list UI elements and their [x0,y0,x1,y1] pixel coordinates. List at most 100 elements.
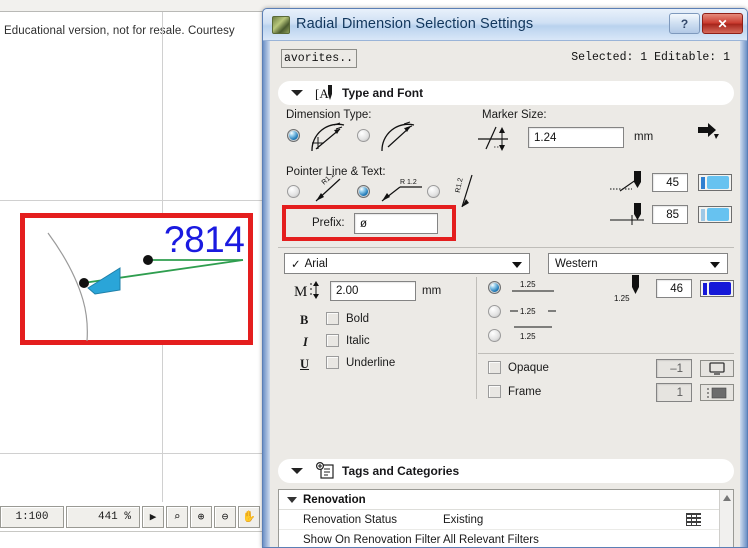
italic-glyph: I [303,335,308,349]
marker-size-input[interactable]: 1.24 [528,127,624,148]
dialog-title-bar[interactable]: Radial Dimension Selection Settings ? ✕ [263,9,747,41]
chevron-down-icon[interactable] [287,496,297,503]
close-button[interactable]: ✕ [702,13,743,34]
pointer-inside-option[interactable] [287,185,300,198]
pen-color-bar [701,208,705,221]
zoom-percent-indicator[interactable]: 441 % [66,506,140,528]
marker-pen-icon [610,203,644,225]
marker-size-label: Marker Size: [482,109,547,121]
text-inline-option[interactable] [488,305,501,318]
pointer-outside-option[interactable] [357,185,370,198]
pen-color-bar [703,282,707,295]
radial-plain-arc-option[interactable] [357,129,370,142]
zoom-out-icon[interactable]: ⊖ [214,506,236,528]
text-and-pen-icon: [A [315,85,332,101]
frame-checkbox[interactable] [488,385,501,398]
pointer-outside-icon[interactable]: R 1.2 [378,175,424,205]
marker-size-unit: mm [634,131,654,143]
opaque-checkbox[interactable] [488,361,501,374]
dialog-body: avorites.. Selected: 1 Editable: 1 [A Ty… [270,41,740,547]
table-row[interactable]: Renovation Status Existing [279,510,733,530]
prefix-label: Prefix: [312,217,345,229]
dimension-line-pen-input[interactable]: 45 [652,173,688,192]
text-above-line-option[interactable] [488,281,501,294]
svg-text:1.25: 1.25 [520,307,536,316]
font-size-input[interactable]: 2.00 [330,281,416,301]
zoom-marquee-icon[interactable]: ⌕ [166,506,188,528]
font-check-icon: ✓ [291,258,301,271]
svg-text:1.25: 1.25 [520,332,536,341]
italic-label: Italic [346,335,370,347]
zoom-in-icon[interactable]: ⊕ [190,506,212,528]
bold-label: Bold [346,313,370,325]
chevron-down-icon[interactable] [512,262,522,268]
section-header-tags-and-categories[interactable]: Tags and Categories [278,459,734,483]
pan-hand-icon[interactable]: ✋ [238,506,260,528]
text-pen-color[interactable] [700,280,734,297]
font-family-select[interactable]: ✓ Arial [284,253,530,274]
pointer-vertical-icon[interactable]: R1.2 [454,169,478,211]
expand-arrow-icon[interactable] [696,121,722,141]
text-inline-icon[interactable]: 1.25 [510,301,556,321]
pointer-inside-icon[interactable]: R1.2 [310,175,346,205]
scroll-up-arrow-icon[interactable] [723,495,731,501]
text-below-line-option[interactable] [488,329,501,342]
svg-text:M: M [294,284,307,300]
underline-checkbox[interactable] [326,356,339,369]
text-below-line-icon[interactable]: 1.25 [510,323,556,345]
text-above-line-icon[interactable]: 1.25 [510,277,556,297]
frame-value-input[interactable]: 1 [656,383,692,402]
dialog-title: Radial Dimension Selection Settings [296,16,534,32]
dialog-frame-right [740,9,747,547]
dimension-line-pen-color[interactable] [698,174,732,191]
brick-hatch-icon [686,513,701,526]
text-pen-input[interactable]: 46 [656,279,692,298]
svg-text:R1.2: R1.2 [455,177,465,193]
section-header-type-and-font[interactable]: [A Type and Font [278,81,734,105]
italic-checkbox[interactable] [326,334,339,347]
tree-group-label: Renovation [303,493,366,506]
pen-color-block [709,282,731,295]
renovation-status-value[interactable]: Existing [443,514,483,526]
table-row[interactable]: Show On Renovation Filter All Relevant F… [279,530,733,547]
renovation-status-key: Renovation Status [303,513,397,526]
svg-text:R 1.2: R 1.2 [400,179,417,186]
font-size-icon: M [294,281,319,300]
font-size-unit: mm [422,285,442,297]
cad-status-bar: 1:100 441 % ▶ ⌕ ⊕ ⊖ ✋ [0,502,290,548]
script-select[interactable]: Western [548,253,728,274]
chevron-down-icon[interactable] [291,468,303,474]
marker-size-icon [478,126,508,151]
font-family-value: Arial [304,257,328,270]
play-button[interactable]: ▶ [142,506,164,528]
radial-dimension-graphic[interactable] [0,0,290,460]
script-value: Western [555,257,598,270]
section-title-type-and-font: Type and Font [342,86,424,100]
prefix-input[interactable]: ø [354,213,438,234]
help-button[interactable]: ? [669,13,700,34]
chevron-down-icon[interactable] [710,262,720,268]
renovation-filter-value[interactable]: All Relevant Filters [443,534,539,546]
radial-center-marker-icon[interactable] [306,119,350,155]
frame-pattern-button[interactable] [700,384,734,401]
bold-checkbox[interactable] [326,312,339,325]
frame-label: Frame [508,386,542,398]
favorites-button[interactable]: avorites.. [281,49,357,68]
radial-dimension-settings-dialog[interactable]: Radial Dimension Selection Settings ? ✕ … [262,8,748,548]
chevron-down-icon[interactable] [291,90,303,96]
renovation-property-tree[interactable]: Renovation Renovation Status Existing Sh… [278,489,734,547]
radial-center-marker-option[interactable] [287,129,300,142]
panel-divider [278,247,734,248]
marker-pen-color[interactable] [698,206,732,223]
marker-pen-input[interactable]: 85 [652,205,688,224]
dialog-frame-left [263,9,270,547]
radial-plain-arc-icon[interactable] [376,119,420,155]
scale-indicator[interactable]: 1:100 [0,506,64,528]
opaque-background-button[interactable] [700,360,734,377]
tree-scrollbar[interactable] [719,490,733,547]
underline-label: Underline [346,357,396,369]
pen-color-block [707,208,729,221]
pointer-vertical-option[interactable] [427,185,440,198]
tree-group-renovation[interactable]: Renovation [279,490,733,510]
opaque-value-input[interactable]: –1 [656,359,692,378]
